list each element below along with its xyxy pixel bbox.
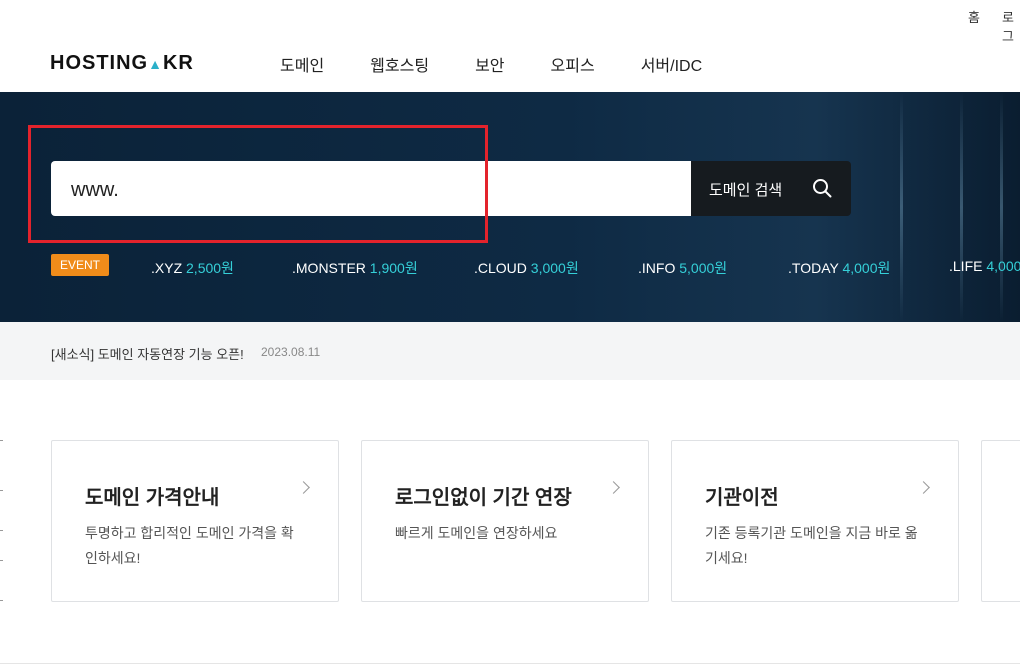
- decor-streak: [900, 92, 903, 322]
- tld-price-item[interactable]: .INFO 5,000원: [638, 258, 727, 278]
- card-title: 도메인 가격안내: [85, 487, 220, 509]
- domain-search-button[interactable]: 도메인 검색: [691, 161, 851, 216]
- tld-price-item[interactable]: .CLOUD 3,000원: [474, 258, 579, 278]
- main-nav: 도메인 웹호스팅 보안 오피스 서버/IDC: [280, 52, 748, 76]
- edge-tick: [0, 490, 3, 491]
- notice-date: 2023.08.11: [261, 345, 321, 359]
- domain-search-button-label: 도메인 검색: [709, 182, 783, 199]
- decor-streak: [1000, 92, 1003, 322]
- home-link[interactable]: 홈: [968, 7, 980, 26]
- tld-price-item[interactable]: .MONSTER 1,900원: [292, 258, 418, 278]
- divider: [0, 663, 1020, 664]
- header: HOSTING▲KR 도메인 웹호스팅 보안 오피스 서버/IDC: [0, 30, 1020, 92]
- event-tld-row: EVENT .XYZ 2,500원 .MONSTER 1,900원 .CLOUD…: [0, 254, 1020, 278]
- card-title: 기관이전: [705, 487, 779, 509]
- notice-bar: [새소식] 도메인 자동연장 기능 오픈! 2023.08.11: [0, 322, 1020, 380]
- nav-item-webhosting[interactable]: 웹호스팅: [370, 52, 429, 76]
- highlight-annotation-box: [28, 125, 488, 243]
- card-renew-without-login[interactable]: 로그인없이 기간 연장 빠르게 도메인을 연장하세요: [361, 440, 649, 602]
- decor-streak: [960, 92, 963, 322]
- edge-tick: [0, 440, 3, 441]
- edge-tick: [0, 600, 3, 601]
- tld-price-item[interactable]: .LIFE 4,000: [949, 258, 1020, 274]
- card-partial[interactable]: [981, 440, 1020, 602]
- chevron-right-icon: [297, 481, 310, 494]
- chevron-right-icon: [917, 481, 930, 494]
- card-description: 투명하고 합리적인 도메인 가격을 확인하세요!: [85, 525, 294, 566]
- notice-text[interactable]: [새소식] 도메인 자동연장 기능 오픈!: [51, 344, 244, 363]
- card-title: 로그인없이 기간 연장: [395, 487, 572, 509]
- nav-item-domain[interactable]: 도메인: [280, 52, 324, 76]
- logo-dot-icon: ▲: [148, 56, 163, 72]
- utility-bar: 홈 로그: [0, 0, 1020, 44]
- card-domain-price[interactable]: 도메인 가격안내 투명하고 합리적인 도메인 가격을 확인하세요!: [51, 440, 339, 602]
- card-description: 기존 등록기관 도메인을 지금 바로 옮기세요!: [705, 525, 918, 566]
- tld-price-item[interactable]: .TODAY 4,000원: [788, 258, 890, 278]
- logo[interactable]: HOSTING▲KR: [50, 52, 194, 75]
- edge-tick: [0, 530, 3, 531]
- edge-tick: [0, 560, 3, 561]
- event-badge: EVENT: [51, 254, 109, 276]
- nav-item-security[interactable]: 보안: [475, 52, 504, 76]
- card-registrar-transfer[interactable]: 기관이전 기존 등록기관 도메인을 지금 바로 옮기세요!: [671, 440, 959, 602]
- nav-item-server-idc[interactable]: 서버/IDC: [641, 52, 702, 76]
- search-icon: [813, 179, 832, 198]
- nav-item-office[interactable]: 오피스: [551, 52, 595, 76]
- hero-search-section: 도메인 검색 EVENT .XYZ 2,500원 .MONSTER 1,900원…: [0, 92, 1020, 322]
- card-description: 빠르게 도메인을 연장하세요: [395, 525, 558, 541]
- tld-price-item[interactable]: .XYZ 2,500원: [151, 258, 234, 278]
- chevron-right-icon: [607, 481, 620, 494]
